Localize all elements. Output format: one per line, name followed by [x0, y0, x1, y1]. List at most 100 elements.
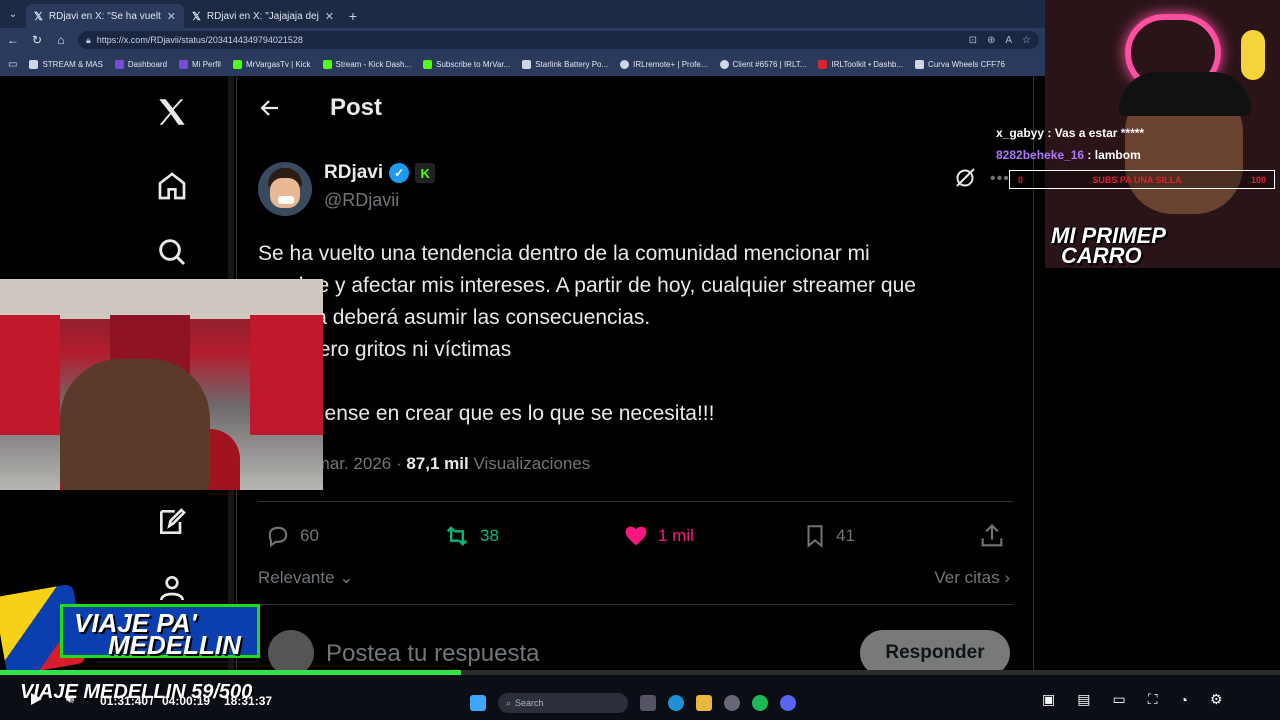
edge-icon[interactable] [668, 695, 684, 711]
install-app-icon[interactable]: ⊡ [969, 35, 977, 46]
favorite-star-icon[interactable]: ☆ [1022, 35, 1031, 46]
taskbar-search-label: Search [515, 698, 544, 708]
x-logo-icon: 𝕏 [34, 10, 43, 23]
chat-user: x_gabyy [996, 126, 1045, 140]
read-aloud-icon[interactable]: A [1005, 35, 1012, 46]
promo-overlay: VIAJE PA' MEDELLIN [0, 583, 265, 677]
play-icon[interactable] [28, 691, 44, 707]
back-icon[interactable]: ← [6, 33, 20, 47]
promo-line2: MEDELLIN [108, 630, 241, 660]
bookmark-6[interactable]: Starlink Battery Po... [522, 59, 608, 69]
replies-sort-row: Relevante ⌄ Ver citas › [258, 568, 1010, 588]
browser-tab-2[interactable]: 𝕏 RDjavi en X: "Jajajaja dejen el prot ✕ [184, 4, 342, 28]
time-total: 04:00:19 [162, 694, 211, 708]
player-bar: VIAJE MEDELLIN 59/500 🔊︎ 01:31:40 / 04:0… [0, 675, 1280, 720]
theater-icon[interactable]: ▤ [1077, 691, 1090, 708]
webcam-background [0, 279, 323, 319]
chat-message: 8282beheke_16 : lambom [996, 148, 1141, 162]
bookmark-label: Subscribe to MrVar... [436, 59, 511, 69]
bookmark-3[interactable]: MrVargasTv | Kick [232, 59, 311, 69]
repost-button[interactable]: 38 [442, 522, 499, 550]
grok-icon[interactable] [953, 166, 977, 190]
bookmark-0[interactable]: STREAM & MAS [29, 59, 103, 69]
like-button[interactable]: 1 mil [622, 522, 694, 550]
bookmark-9[interactable]: IRLToolkit • Dashb... [818, 59, 904, 69]
gear-icon[interactable]: ⚙ [1210, 691, 1223, 708]
url-text: https://x.com/RDjavii/status/20341443497… [96, 35, 303, 45]
sub-goal-start: 0 [1018, 174, 1024, 185]
home-icon[interactable]: ⌂ [54, 33, 68, 47]
tweet-line: No quiero gritos ni víctimas [258, 338, 512, 361]
divider [258, 501, 1013, 502]
bookmark-8[interactable]: Client #6576 | IRLT... [719, 59, 807, 69]
bookmark-7[interactable]: IRLremote+ | Profe... [620, 59, 708, 69]
irltoolkit-icon [818, 59, 828, 69]
browser-tab-1[interactable]: 𝕏 RDjavi en X: "Se ha vuelto una ten ✕ [26, 4, 184, 28]
kick-icon [232, 59, 242, 69]
captions-icon[interactable]: ▭ [1112, 691, 1125, 708]
author-name-row: RDjavi ✓ K [324, 162, 436, 184]
bookmark-2[interactable]: Mi Perfil [179, 59, 221, 69]
taskbar-search[interactable]: ⌕ Search [498, 693, 628, 713]
back-arrow-icon[interactable] [258, 96, 282, 120]
speed-icon[interactable]: ◔ [1180, 692, 1188, 708]
bookmark-label: MrVargasTv | Kick [245, 59, 311, 69]
close-icon[interactable]: ✕ [325, 10, 334, 23]
tab-title: RDjavi en X: "Se ha vuelto una ten [48, 10, 161, 22]
avatar[interactable] [258, 162, 312, 216]
divider [258, 604, 1013, 605]
post-header: Post [258, 94, 382, 122]
quotes-link[interactable]: Ver citas › [934, 568, 1010, 588]
search-icon[interactable] [150, 230, 194, 274]
bookmark-label: Client #6576 | IRLT... [732, 59, 807, 69]
bookmark-label: IRLToolkit • Dashb... [831, 59, 904, 69]
windows-start-icon[interactable] [470, 695, 486, 711]
webcam-background [250, 315, 323, 435]
fullscreen-icon[interactable]: ⛶ [1148, 691, 1158, 708]
kick-icon [423, 59, 433, 69]
miniplayer-icon[interactable]: ▣ [1042, 691, 1055, 708]
close-icon[interactable]: ✕ [167, 10, 176, 23]
address-bar-tools: ⊡ ⊕ A ☆ [969, 35, 1031, 46]
home-icon[interactable] [150, 164, 194, 208]
file-explorer-icon[interactable] [696, 695, 712, 711]
spotify-icon[interactable] [752, 695, 768, 711]
new-tab-button[interactable]: + [342, 4, 364, 28]
share-button[interactable] [978, 522, 1006, 550]
address-bar[interactable]: 🔒︎ https://x.com/RDjavii/status/20341443… [78, 31, 1039, 49]
compose-post-icon[interactable] [150, 500, 194, 544]
discord-icon[interactable] [780, 695, 796, 711]
sort-dropdown[interactable]: Relevante ⌄ [258, 568, 354, 588]
tweet-text: Se ha vuelto una tendencia dentro de la … [258, 238, 1008, 430]
author-handle[interactable]: @RDjavii [324, 190, 435, 211]
zoom-icon[interactable]: ⊕ [987, 35, 995, 46]
volume-icon[interactable]: 🔊︎ [66, 691, 74, 707]
time-separator: / [150, 694, 154, 708]
views-count: 87,1 mil [406, 454, 469, 473]
post-author[interactable]: RDjavi ✓ K @RDjavii [258, 162, 436, 216]
x-logo-icon[interactable] [150, 90, 194, 134]
task-view-icon[interactable] [640, 695, 656, 711]
chat-text: Vas a estar ***** [1054, 126, 1145, 140]
settings-app-icon[interactable] [724, 695, 740, 711]
author-name[interactable]: RDjavi [324, 162, 383, 184]
more-options-icon[interactable]: ••• [990, 170, 1010, 188]
repost-count: 38 [480, 526, 499, 545]
bookmarks-menu-icon[interactable]: ▭ [8, 59, 17, 70]
bookmark-4[interactable]: Stream - Kick Dash... [322, 59, 411, 69]
browser-tab-bar: ⌄ 𝕏 RDjavi en X: "Se ha vuelto una ten ✕… [0, 0, 1045, 28]
bookmarks-bar: ▭ STREAM & MAS Dashboard Mi Perfil MrVar… [0, 52, 1045, 76]
bookmark-10[interactable]: Curva Wheels CFF76 [915, 59, 1005, 69]
quotes-label: Ver citas [934, 568, 1000, 587]
chat-user: 8282beheke_16 [996, 148, 1085, 162]
reply-button[interactable]: 60 [264, 522, 319, 550]
bookmark-button[interactable]: 41 [802, 522, 855, 550]
tab-list-chevron-icon[interactable]: ⌄ [0, 0, 26, 28]
bookmark-5[interactable]: Subscribe to MrVar... [423, 59, 511, 69]
tweet-line [258, 366, 1008, 398]
reply-input[interactable]: Postea tu respuesta [326, 640, 539, 668]
webcam-background [0, 315, 60, 435]
bookmark-1[interactable]: Dashboard [114, 59, 167, 69]
refresh-icon[interactable]: ↻ [30, 33, 44, 47]
kick-badge-icon: K [415, 163, 436, 183]
